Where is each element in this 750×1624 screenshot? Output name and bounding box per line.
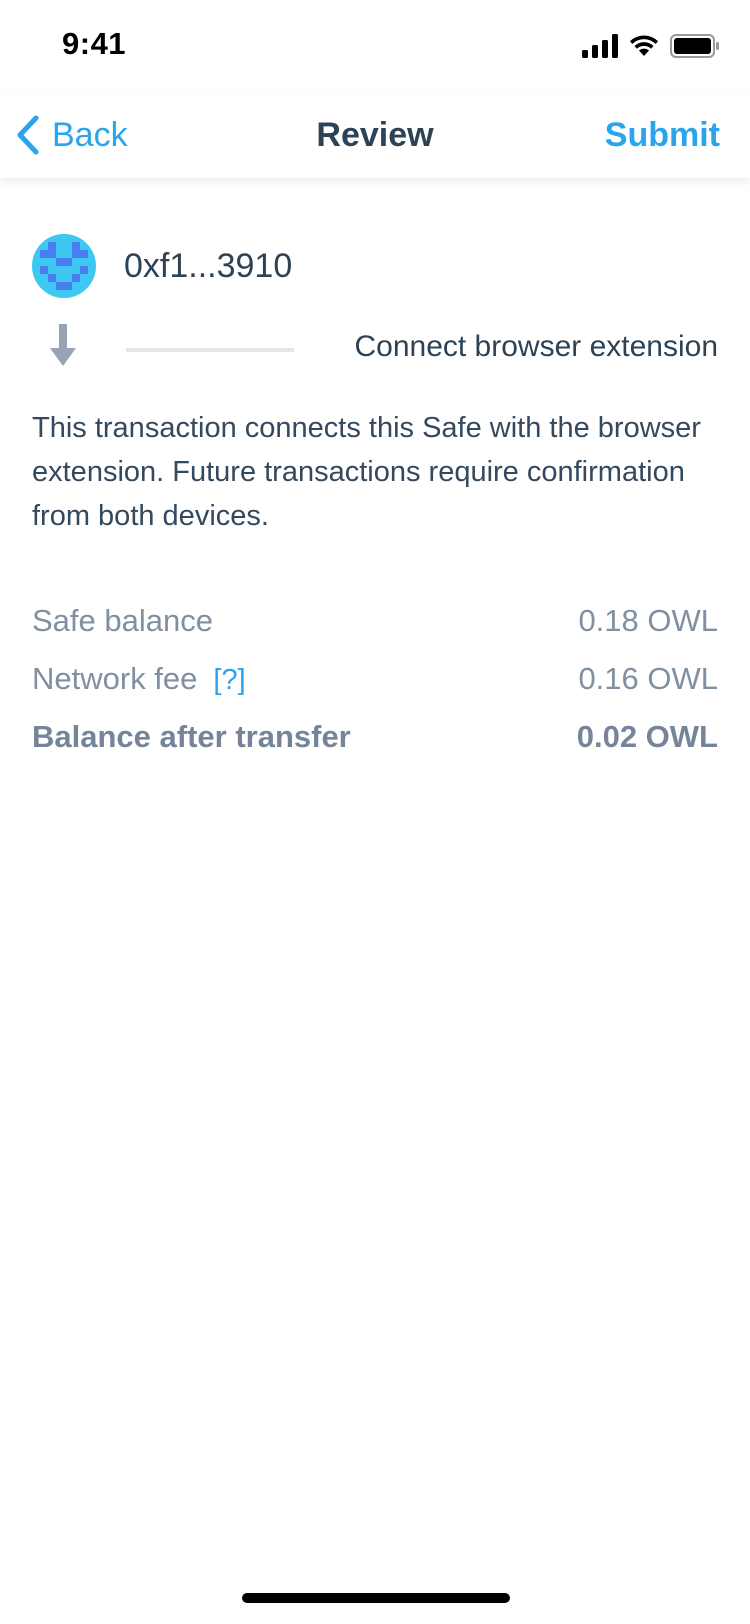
safe-balance-row: Safe balance 0.18 OWL bbox=[32, 592, 718, 650]
transfer-row: Connect browser extension bbox=[32, 322, 718, 378]
network-fee-label: Network fee bbox=[32, 661, 198, 696]
identicon bbox=[32, 234, 96, 298]
home-indicator[interactable] bbox=[242, 1593, 510, 1603]
connector-line bbox=[126, 348, 294, 352]
navigation-bar: Review Back Submit bbox=[0, 92, 750, 178]
status-time: 9:41 bbox=[62, 26, 127, 61]
chevron-left-icon bbox=[17, 115, 39, 155]
back-label: Back bbox=[52, 115, 128, 154]
balance-after-transfer-row: Balance after transfer 0.02 OWL bbox=[32, 708, 718, 766]
balance-after-transfer-value: 0.02 OWL bbox=[576, 719, 718, 754]
back-button[interactable]: Back bbox=[14, 92, 128, 178]
network-fee-value: 0.16 OWL bbox=[578, 661, 718, 696]
network-fee-label-group: Network fee [?] bbox=[32, 661, 246, 697]
transaction-description: This transaction connects this Safe with… bbox=[32, 412, 701, 532]
safe-balance-label: Safe balance bbox=[32, 603, 213, 638]
sender-address: 0xf1...3910 bbox=[124, 246, 293, 285]
safe-balance-value: 0.18 OWL bbox=[578, 603, 718, 638]
network-fee-row: Network fee [?] 0.16 OWL bbox=[32, 650, 718, 708]
action-label: Connect browser extension bbox=[354, 330, 718, 363]
balance-summary: Safe balance 0.18 OWL Network fee [?] 0.1… bbox=[32, 592, 718, 766]
identicon-avatar-icon bbox=[32, 234, 96, 298]
sender-row: 0xf1...3910 bbox=[32, 234, 292, 298]
status-bar: 9:41 bbox=[0, 0, 750, 92]
balance-after-transfer-label: Balance after transfer bbox=[32, 719, 351, 754]
submit-button[interactable]: Submit bbox=[605, 92, 720, 178]
network-fee-help-link[interactable]: [?] bbox=[213, 664, 245, 696]
arrow-down-icon bbox=[50, 324, 76, 366]
battery-icon bbox=[670, 34, 719, 58]
wifi-icon bbox=[630, 35, 658, 56]
cellular-signal-icon bbox=[582, 34, 618, 58]
status-icons bbox=[582, 30, 720, 62]
